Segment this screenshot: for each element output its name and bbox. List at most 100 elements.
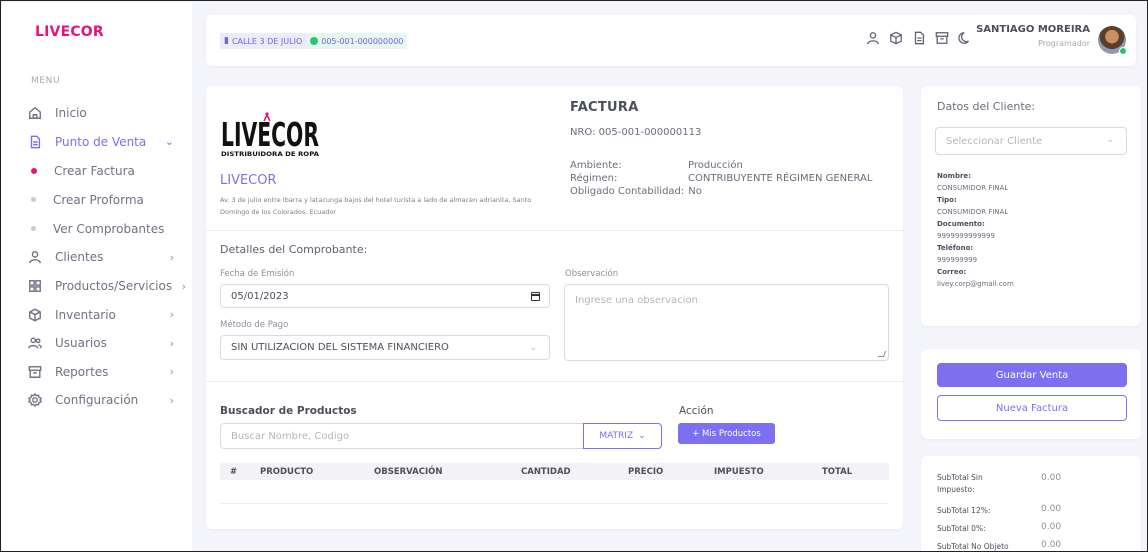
document-icon [28,135,42,149]
subtotal-12-value: 0.00 [1041,504,1062,514]
moon-icon[interactable] [958,31,972,45]
client-field-label: Tipo: [937,196,957,204]
app-window: LIVECOR MENU Inicio Punto de Venta ⌄ Cre… [0,0,1148,552]
actions-card: Guardar Venta Nueva Factura [921,349,1141,439]
invoice-title: FACTURA [570,100,639,115]
resize-handle-icon[interactable] [877,351,887,357]
building-icon: ▮ [224,36,229,46]
search-title: Buscador de Productos [220,405,357,417]
chevron-down-icon: ⌄ [638,431,646,441]
sidebar-item-inventario[interactable]: Inventario › [28,300,188,329]
obligado-label: Obligado Contabilidad: [570,186,685,197]
mis-productos-button[interactable]: + Mis Productos [678,423,775,444]
sidebar-item-usuarios[interactable]: Usuarios › [28,329,188,358]
client-field-label: Nombre: [937,172,971,180]
point-badge: 005-001-000000000 [306,33,408,49]
subtotal-0-value: 0.00 [1041,522,1062,532]
regimen-label: Régimen: [570,173,618,184]
divider [206,230,903,231]
grid-icon [28,279,42,293]
subtotal-sin-impuesto-value: 0.00 [1041,473,1062,483]
sidebar-subitem-crear-factura[interactable]: Crear Factura [28,156,188,185]
calendar-icon[interactable] [531,292,540,301]
subtotal-12-label: SubTotal 12%: [937,506,991,515]
client-title: Datos del Cliente: [937,100,1036,113]
client-select[interactable]: Seleccionar Cliente ⌄ [935,127,1127,155]
fecha-emision-input[interactable]: 05/01/2023 [220,284,550,308]
document-icon[interactable] [912,31,926,45]
sidebar-subitem-label: Ver Comprobantes [53,221,165,236]
guardar-venta-button[interactable]: Guardar Venta [937,363,1127,387]
chevron-down-icon: ⌄ [529,343,537,353]
client-card: Datos del Cliente: Seleccionar Cliente ⌄… [921,86,1141,326]
brand-logo[interactable]: LIVECOR [35,24,104,40]
client-field-value: CONSUMIDOR FINAL [937,184,1009,192]
sidebar-item-punto-de-venta[interactable]: Punto de Venta ⌄ [28,128,188,157]
user-role: Programador [1038,39,1090,48]
observacion-textarea[interactable]: Ingrese una observacion [564,284,889,361]
user-name[interactable]: SANTIAGO MOREIRA [976,24,1090,35]
sidebar-subitem-label: Crear Factura [54,163,135,178]
obligado-value: No [688,186,702,197]
sidebar-item-label: Productos/Servicios [55,279,173,294]
subtotal-0-label: SubTotal 0%: [937,524,986,533]
company-name: LIVECOR [220,173,277,188]
archive-icon [28,365,42,379]
client-select-placeholder: Seleccionar Cliente [946,135,1043,147]
sidebar-subitem-ver-comprobantes[interactable]: Ver Comprobantes [28,214,188,243]
user-icon[interactable] [866,31,880,45]
details-title: Detalles del Comprobante: [220,243,368,256]
box-icon[interactable] [889,31,903,45]
online-status-icon [1119,47,1127,55]
matriz-dropdown[interactable]: MATRIZ ⌄ [583,423,662,449]
col-total: TOTAL [822,466,853,477]
product-search-input[interactable]: Buscar Nombre, Codigo [220,423,584,449]
top-bar: ▮ CALLE 3 DE JULIO 005-001-000000000 SAN… [206,15,1136,66]
subtotal-no-objeto-label: SubTotal No Objeto [937,542,1009,551]
chevron-right-icon: › [169,336,174,350]
metodo-label: Método de Pago [220,320,289,330]
fecha-label: Fecha de Emisión [220,269,295,279]
client-field-value: 9999999999999 [937,232,995,240]
sidebar-item-configuracion[interactable]: Configuración › [28,386,188,415]
invoice-card: LIVECOR DISTRIBUIDORA DE ROPA LIVECOR Av… [206,86,903,529]
bullet-icon [31,226,36,232]
avatar[interactable] [1098,26,1127,55]
client-field-value: livey.corp@gmail.com [937,280,1014,288]
chevron-right-icon: › [181,279,186,293]
sidebar-subitem-crear-proforma[interactable]: Crear Proforma [28,185,188,214]
bullet-icon [31,167,37,174]
sidebar-subitem-label: Crear Proforma [53,192,144,207]
observacion-placeholder: Ingrese una observacion [575,295,698,306]
products-table-header: # PRODUCTO OBSERVACIÓN CANTIDAD PRECIO I… [220,463,889,480]
fecha-value: 05/01/2023 [231,290,289,302]
totals-card: SubTotal Sin Impuesto: 0.00 SubTotal 12%… [921,456,1141,551]
client-field-label: Correo: [937,268,967,276]
regimen-value: CONTRIBUYENTE RÉGIMEN GENERAL [688,173,873,184]
sidebar-item-label: Inicio [55,106,87,121]
sidebar-item-reportes[interactable]: Reportes › [28,358,188,387]
logo-subtitle: DISTRIBUIDORA DE ROPA [221,151,319,158]
point-label: 005-001-000000000 [321,36,404,46]
subtotal-no-objeto-value: 0.00 [1041,540,1062,550]
menu-section-label: MENU [31,76,61,86]
sidebar-nav: Inicio Punto de Venta ⌄ Crear Factura Cr… [28,99,188,415]
observacion-label: Observación [565,269,619,279]
gear-icon [28,393,42,408]
sidebar-item-inicio[interactable]: Inicio [28,99,188,128]
col-cantidad: CANTIDAD [521,466,571,477]
company-logo: LIVECOR DISTRIBUIDORA DE ROPA [221,112,319,158]
sidebar-item-label: Clientes [55,250,104,265]
metodo-value: SIN UTILIZACION DEL SISTEMA FINANCIERO [231,342,449,353]
sidebar-item-productos[interactable]: Productos/Servicios › [28,272,188,301]
nueva-factura-button[interactable]: Nueva Factura [937,395,1127,421]
metodo-pago-select[interactable]: SIN UTILIZACION DEL SISTEMA FINANCIERO ⌄ [220,335,550,360]
sidebar-item-clientes[interactable]: Clientes › [28,243,188,272]
location-chips: ▮ CALLE 3 DE JULIO 005-001-000000000 [220,33,408,49]
col-precio: PRECIO [628,466,664,477]
search-placeholder: Buscar Nombre, Codigo [231,430,350,442]
ambiente-value: Producción [688,160,743,171]
location-badge: ▮ CALLE 3 DE JULIO [220,33,307,49]
invoice-number: NRO: 005-001-000000113 [570,127,702,138]
archive-icon[interactable] [935,31,949,45]
